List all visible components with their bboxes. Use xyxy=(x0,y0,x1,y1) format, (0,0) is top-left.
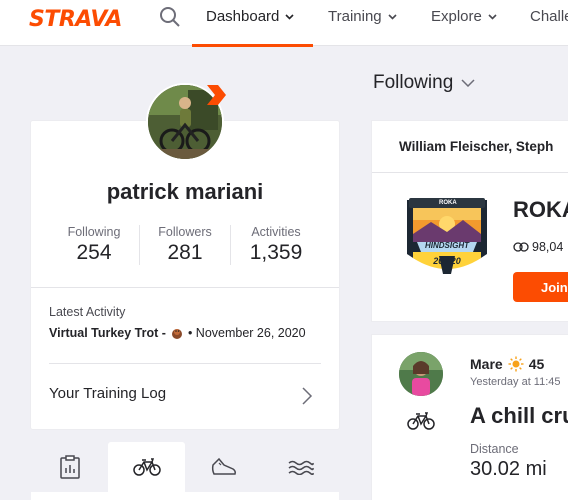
training-log-link[interactable]: Your Training Log xyxy=(49,385,166,402)
chevron-down-icon xyxy=(388,13,397,20)
activity-athlete: Mare 45 xyxy=(470,356,544,372)
activity-card: Mare 45 Yesterday at 11:45 A chill cru D… xyxy=(372,335,568,500)
stat-value: 1,359 xyxy=(249,241,303,264)
profile-avatar[interactable] xyxy=(146,83,226,161)
bike-icon xyxy=(407,412,435,430)
latest-activity-label: Latest Activity xyxy=(49,305,126,319)
distance-value: 30.02 mi xyxy=(470,458,547,480)
tab-running[interactable] xyxy=(185,442,262,492)
chevron-right-icon[interactable] xyxy=(301,386,313,406)
club-stat: 98,04 xyxy=(513,240,563,254)
temperature: 45 xyxy=(528,356,545,372)
stat-value: 254 xyxy=(76,241,112,264)
activity-title[interactable]: A chill cru xyxy=(470,403,568,429)
tab-cycling[interactable] xyxy=(108,442,185,492)
activity-time: Yesterday at 11:45 xyxy=(470,376,561,388)
club-members[interactable]: William Fleischer, Steph xyxy=(399,139,553,154)
feed-filter-dropdown[interactable]: Following xyxy=(373,72,475,94)
nav-dashboard-label: Dashboard xyxy=(206,8,280,25)
badge-text-bottom: 20 / 20 xyxy=(433,256,461,266)
nav-explore[interactable]: Explore xyxy=(431,8,497,25)
stat-label: Following xyxy=(67,225,121,239)
shoe-icon xyxy=(211,457,236,475)
stat-label: Followers xyxy=(158,225,212,239)
tab-swimming[interactable] xyxy=(262,442,339,492)
stat-activities[interactable]: Activities 1,359 xyxy=(230,225,321,265)
latest-activity-date: • November 26, 2020 xyxy=(187,326,306,340)
challenge-icon xyxy=(513,242,529,252)
join-button[interactable]: Join xyxy=(513,272,568,302)
stat-value: 281 xyxy=(167,241,203,264)
sport-tab-panel xyxy=(31,492,339,500)
active-tab-indicator xyxy=(192,44,313,47)
nav-training[interactable]: Training xyxy=(328,8,397,25)
distance-label: Distance xyxy=(470,442,519,456)
athlete-name[interactable]: patrick mariani xyxy=(31,179,339,205)
athlete-avatar[interactable] xyxy=(399,352,443,396)
profile-card: patrick mariani Following 254 Followers … xyxy=(31,121,339,429)
nav-challenges-label: Challe xyxy=(530,8,568,25)
divider xyxy=(31,287,339,288)
club-name[interactable]: ROKA xyxy=(513,197,568,223)
divider xyxy=(49,363,321,364)
stat-label: Activities xyxy=(251,225,301,239)
stat-following[interactable]: Following 254 xyxy=(49,225,139,265)
nav-dashboard[interactable]: Dashboard xyxy=(206,8,294,25)
badge-text-top: HINDSIGHT xyxy=(425,241,469,250)
latest-activity: Virtual Turkey Trot - • November 26, 202… xyxy=(49,326,306,340)
nav-training-label: Training xyxy=(328,8,382,25)
strava-logo[interactable]: STRAVA xyxy=(29,7,122,32)
search-icon[interactable] xyxy=(158,5,182,29)
clipboard-icon xyxy=(59,455,80,479)
club-stat-value: 98,04 xyxy=(532,240,564,254)
badge-small-text: ROKA xyxy=(439,200,457,206)
club-card: William Fleischer, Steph ROKA HINDSIGHT … xyxy=(372,121,568,321)
chevron-down-icon xyxy=(488,13,497,20)
sun-icon xyxy=(508,356,524,372)
chevron-down-icon xyxy=(461,79,475,87)
feed-filter-label: Following xyxy=(373,72,454,93)
nav-explore-label: Explore xyxy=(431,8,482,25)
chevron-down-icon xyxy=(285,13,294,20)
club-card-header: William Fleischer, Steph xyxy=(372,121,568,173)
premium-badge-icon xyxy=(204,83,228,107)
club-badge[interactable]: ROKA HINDSIGHT 20 / 20 xyxy=(399,194,495,284)
athlete-name[interactable]: Mare xyxy=(470,356,503,372)
nav-challenges[interactable]: Challe xyxy=(530,8,568,25)
stat-followers[interactable]: Followers 281 xyxy=(139,225,230,265)
turkey-icon xyxy=(170,326,184,340)
bike-icon xyxy=(132,458,161,476)
swim-icon xyxy=(288,460,314,475)
top-nav: STRAVA Dashboard Training Explore Challe xyxy=(0,0,568,47)
latest-activity-link[interactable]: Virtual Turkey Trot - xyxy=(49,326,166,340)
tab-overview[interactable] xyxy=(31,442,108,492)
profile-stats: Following 254 Followers 281 Activities 1… xyxy=(49,225,321,265)
